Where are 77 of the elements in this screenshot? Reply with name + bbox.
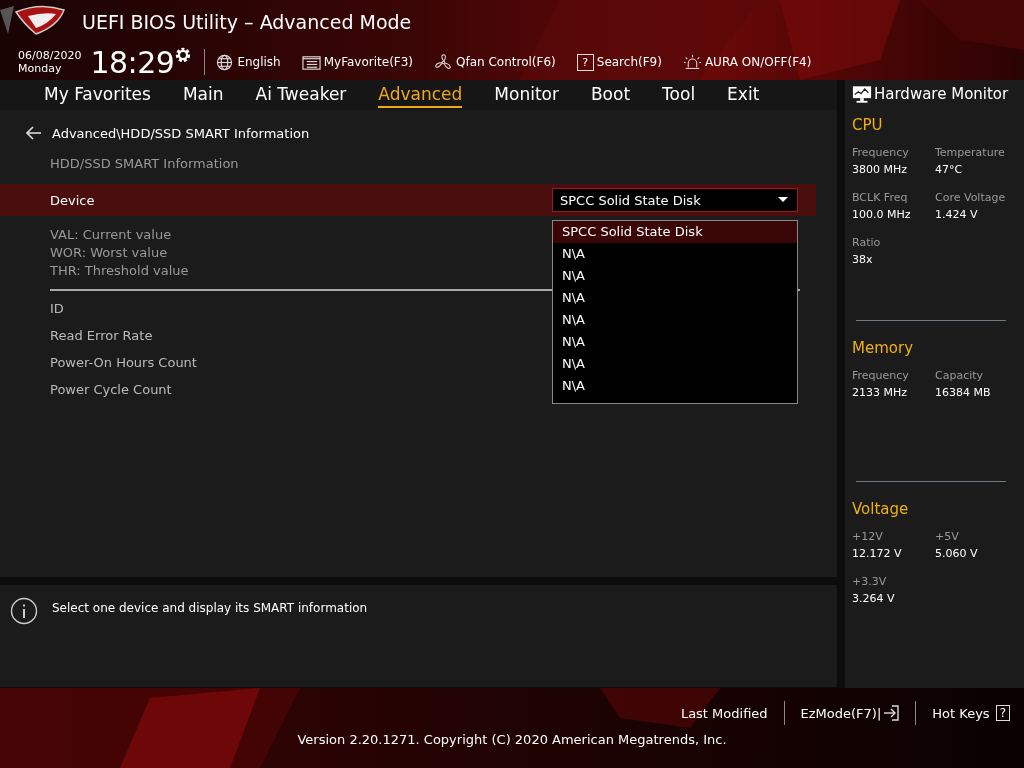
attribute-label: Power Cycle Count xyxy=(50,381,172,399)
help-text: Select one device and display its SMART information xyxy=(52,601,368,615)
attribute-label: Power-On Hours Count xyxy=(50,354,197,372)
attribute-label: ID xyxy=(50,300,64,318)
attribute-label: Read Error Rate xyxy=(50,327,153,345)
device-row[interactable]: Device SPCC Solid State Disk xyxy=(0,184,816,216)
monitor-icon xyxy=(852,84,872,104)
metric-label: +12V xyxy=(852,530,884,543)
day-text: Monday xyxy=(18,62,63,75)
metric-value: 16384 MB xyxy=(935,386,992,399)
dropdown-option[interactable]: N\A xyxy=(553,243,797,265)
list-window-icon xyxy=(301,53,321,71)
panel-title: Hardware Monitor xyxy=(874,85,1009,103)
hot-keys-button[interactable]: Hot Keys ? xyxy=(932,705,1010,721)
caret-icon xyxy=(778,197,788,203)
menu-tab[interactable]: My Favorites xyxy=(44,82,151,108)
menu-tab[interactable]: Advanced xyxy=(378,82,463,108)
metric-label: BCLK Freq xyxy=(852,191,909,204)
menu-tab[interactable]: Exit xyxy=(727,82,760,108)
ezmode-button[interactable]: EzMode(F7)| xyxy=(800,705,900,721)
version-text: Version 2.20.1271. Copyright (C) 2020 American Megatrends, Inc. xyxy=(296,732,728,747)
metric-label: Frequency xyxy=(852,369,910,382)
date-text: 06/08/2020 xyxy=(18,49,82,62)
help-search-icon: ? xyxy=(576,53,594,71)
section-heading: CPU xyxy=(852,116,884,134)
breadcrumb-text: Advanced\HDD/SSD SMART Information xyxy=(52,125,310,141)
toolbar-button[interactable]: ? Search(F9) xyxy=(576,53,662,71)
legend-text: VAL: Current value xyxy=(50,226,172,244)
dropdown-option[interactable]: N\A xyxy=(553,375,797,397)
toolbar-button[interactable]: MyFavorite(F3) xyxy=(301,53,414,71)
menu-tab[interactable]: Boot xyxy=(590,82,631,108)
info-icon xyxy=(10,597,38,625)
metric-value: 2133 MHz xyxy=(852,386,909,399)
metric-value: 5.060 V xyxy=(935,547,979,560)
dropdown-option[interactable]: N\A xyxy=(553,331,797,353)
metric-label: Capacity xyxy=(935,369,985,382)
metric-label: Ratio xyxy=(852,236,882,249)
section-heading: Memory xyxy=(852,339,914,357)
light-beacon-icon xyxy=(682,53,702,71)
dropdown-option[interactable]: N\A xyxy=(553,265,797,287)
dropdown-option[interactable]: N\A xyxy=(553,287,797,309)
clock-time: 18:29 xyxy=(90,44,175,80)
menu-tab[interactable]: Main xyxy=(182,82,224,108)
toolbar-button[interactable]: English xyxy=(215,53,281,71)
metric-value: 38x xyxy=(852,253,874,266)
dropdown-option[interactable]: N\A xyxy=(553,353,797,375)
toolbar-button[interactable]: Qfan Control(F6) xyxy=(434,53,556,71)
menu-tab[interactable]: Ai Tweaker xyxy=(255,82,347,108)
section-title: HDD/SSD SMART Information xyxy=(49,155,240,173)
menu-tab[interactable]: Monitor xyxy=(494,82,559,108)
globe-icon xyxy=(215,53,235,71)
legend-text: WOR: Worst value xyxy=(50,244,168,262)
metric-label: Core Voltage xyxy=(935,191,1007,204)
metric-label: Frequency xyxy=(852,146,910,159)
metric-value: 3.264 V xyxy=(852,592,896,605)
settings-icon[interactable] xyxy=(174,46,193,64)
metric-value: 100.0 MHz xyxy=(852,208,912,221)
metric-value: 3800 MHz xyxy=(852,163,909,176)
dropdown-option[interactable]: SPCC Solid State Disk xyxy=(553,221,797,243)
toolbar-button[interactable]: AURA ON/OFF(F4) xyxy=(682,53,812,71)
dropdown-option[interactable]: N\A xyxy=(553,309,797,331)
legend-text: THR: Threshold value xyxy=(50,262,189,280)
exit-arrow-icon xyxy=(883,705,900,721)
fan-icon xyxy=(434,53,454,71)
last-modified-button[interactable]: Last Modified xyxy=(680,705,768,721)
metric-label: +5V xyxy=(935,530,960,543)
metric-label: Temperature xyxy=(935,146,1006,159)
section-heading: Voltage xyxy=(852,500,910,518)
device-label: Device xyxy=(50,192,96,208)
device-dropdown[interactable]: SPCC Solid State Disk xyxy=(552,188,798,212)
metric-value: 47°C xyxy=(935,163,964,176)
metric-value: 1.424 V xyxy=(935,208,979,221)
menu-tab[interactable]: Tool xyxy=(662,82,696,108)
window-title: UEFI BIOS Utility – Advanced Mode xyxy=(82,11,412,33)
metric-label: +3.3V xyxy=(852,575,888,588)
back-arrow-icon[interactable] xyxy=(26,126,42,140)
metric-value: 12.172 V xyxy=(852,547,903,560)
